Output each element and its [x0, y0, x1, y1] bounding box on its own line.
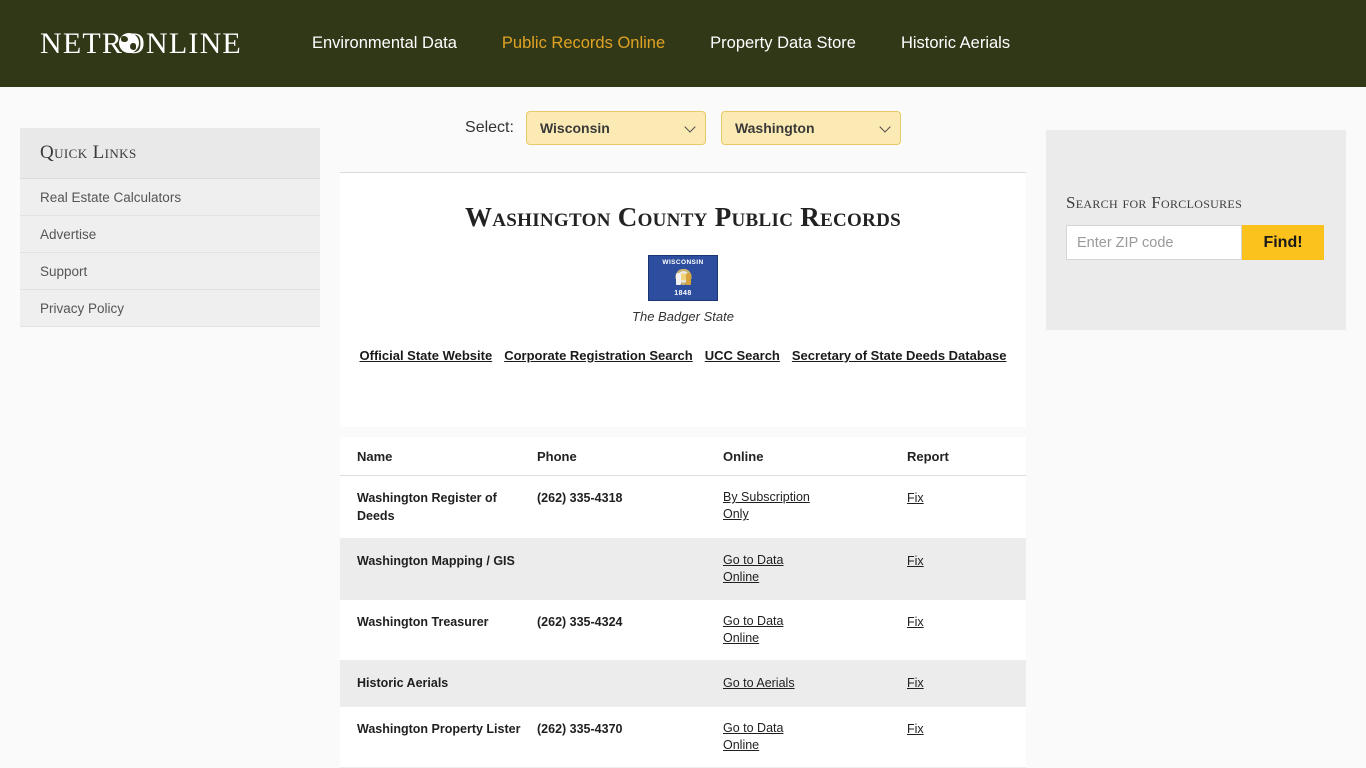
select-bar: Select: Wisconsin Washington	[340, 108, 1026, 148]
cell-online: Go to Data Online	[723, 720, 907, 754]
fix-link[interactable]: Fix	[907, 676, 924, 690]
cell-phone: (262) 335-4324	[537, 613, 723, 647]
quick-links-header: Quick Links	[20, 128, 320, 179]
state-nickname: The Badger State	[632, 309, 734, 324]
table-row: Washington Register of Deeds (262) 335-4…	[340, 476, 1026, 539]
cell-online: Go to Data Online	[723, 552, 907, 586]
column-header-phone: Phone	[537, 448, 577, 464]
agency-name: Washington Property Lister	[357, 722, 521, 736]
nav-item-property-data-store[interactable]: Property Data Store	[710, 34, 856, 53]
column-header-online: Online	[723, 448, 764, 464]
cell-name: Washington Mapping / GIS	[357, 552, 537, 586]
cell-report: Fix	[907, 552, 1023, 586]
main-navigation: Environmental Data Public Records Online…	[312, 34, 1055, 53]
fix-link[interactable]: Fix	[907, 615, 924, 629]
agency-name: Washington Register of Deeds	[357, 491, 497, 523]
cell-report: Fix	[907, 489, 1023, 525]
cell-report: Fix	[907, 720, 1023, 754]
table-header-row: Name Phone Online Report	[340, 437, 1026, 476]
state-select-wrapper: Wisconsin	[525, 111, 706, 145]
fix-link[interactable]: Fix	[907, 554, 924, 568]
nav-item-historic-aerials[interactable]: Historic Aerials	[901, 34, 1010, 53]
link-ucc-search[interactable]: UCC Search	[705, 348, 780, 363]
agency-name: Washington Treasurer	[357, 615, 489, 629]
fix-link[interactable]: Fix	[907, 491, 924, 505]
flag-top-text: WISCONSIN	[662, 259, 704, 266]
cell-name: Historic Aerials	[357, 674, 537, 693]
column-header-report: Report	[907, 448, 949, 464]
quick-links-sidebar: Quick Links Real Estate Calculators Adve…	[20, 128, 320, 327]
county-select[interactable]: Washington	[720, 111, 901, 145]
cell-online: Go to Aerials	[723, 674, 907, 693]
online-link[interactable]: Go to Data Online	[723, 720, 819, 754]
cell-phone: (262) 335-4318	[537, 489, 723, 525]
table-row: Washington Mapping / GIS Go to Data Onli…	[340, 539, 1026, 600]
cell-online: By Subscription Only	[723, 489, 907, 525]
site-logo[interactable]: NETRONLINE	[40, 27, 242, 61]
cell-name: Washington Property Lister	[357, 720, 537, 754]
sidebar-item-support[interactable]: Support	[20, 253, 320, 290]
agency-name: Historic Aerials	[357, 676, 449, 690]
foreclosure-panel-title: Search for Forclosures	[1066, 193, 1243, 212]
agency-phone: (262) 335-4370	[537, 722, 623, 736]
table-row: Washington Treasurer (262) 335-4324 Go t…	[340, 600, 1026, 661]
sidebar-item-advertise[interactable]: Advertise	[20, 216, 320, 253]
cell-report: Fix	[907, 674, 1023, 693]
cell-phone	[537, 552, 723, 586]
flag-bottom-text: 1848	[674, 290, 692, 297]
cell-online: Go to Data Online	[723, 613, 907, 647]
logo-text: NETRONLINE	[40, 26, 242, 60]
cell-name: Washington Treasurer	[357, 613, 537, 647]
foreclosure-search-panel: Search for Forclosures Find!	[1046, 130, 1346, 330]
fix-link[interactable]: Fix	[907, 722, 924, 736]
globe-icon	[119, 32, 139, 53]
page-title: Washington County Public Records	[464, 202, 902, 232]
find-button[interactable]: Find!	[1242, 225, 1324, 260]
online-link[interactable]: Go to Aerials	[723, 675, 795, 692]
nav-item-public-records-online[interactable]: Public Records Online	[502, 34, 665, 53]
main-content-card: Washington County Public Records WISCONS…	[340, 172, 1026, 427]
agency-phone: (262) 335-4318	[537, 491, 623, 505]
sidebar-item-privacy-policy[interactable]: Privacy Policy	[20, 290, 320, 327]
wisconsin-flag-icon: WISCONSIN 1848	[648, 255, 718, 301]
online-link[interactable]: Go to Data Online	[723, 552, 819, 586]
cell-report: Fix	[907, 613, 1023, 647]
site-header: NETRONLINE Environmental Data Public Rec…	[0, 0, 1366, 87]
cell-name: Washington Register of Deeds	[357, 489, 537, 525]
table-row: Washington Property Lister (262) 335-437…	[340, 707, 1026, 768]
quick-links-title: Quick Links	[40, 142, 137, 163]
cell-phone	[537, 674, 723, 693]
foreclosure-search-form: Find!	[1066, 225, 1346, 260]
table-row: Historic Aerials Go to Aerials Fix	[340, 661, 1026, 707]
link-official-state-website[interactable]: Official State Website	[360, 348, 493, 363]
online-link[interactable]: Go to Data Online	[723, 613, 819, 647]
cell-phone: (262) 335-4370	[537, 720, 723, 754]
state-links-row: Official State Website Corporate Registr…	[340, 348, 1026, 363]
link-secretary-of-state-deeds-database[interactable]: Secretary of State Deeds Database	[792, 348, 1007, 363]
online-link[interactable]: By Subscription Only	[723, 489, 819, 523]
sidebar-item-real-estate-calculators[interactable]: Real Estate Calculators	[20, 179, 320, 216]
column-header-name: Name	[357, 448, 393, 464]
link-corporate-registration-search[interactable]: Corporate Registration Search	[504, 348, 693, 363]
select-label: Select:	[465, 119, 514, 136]
nav-item-environmental-data[interactable]: Environmental Data	[312, 34, 457, 53]
state-flag-block: WISCONSIN 1848 The Badger State	[340, 255, 1026, 324]
zip-code-input[interactable]	[1066, 225, 1242, 260]
agency-name: Washington Mapping / GIS	[357, 554, 515, 568]
county-select-wrapper: Washington	[720, 111, 901, 145]
state-select[interactable]: Wisconsin	[525, 111, 706, 145]
agency-phone: (262) 335-4324	[537, 615, 623, 629]
flag-seal-icon	[672, 268, 694, 289]
records-table: Name Phone Online Report Washington Regi…	[340, 437, 1026, 768]
